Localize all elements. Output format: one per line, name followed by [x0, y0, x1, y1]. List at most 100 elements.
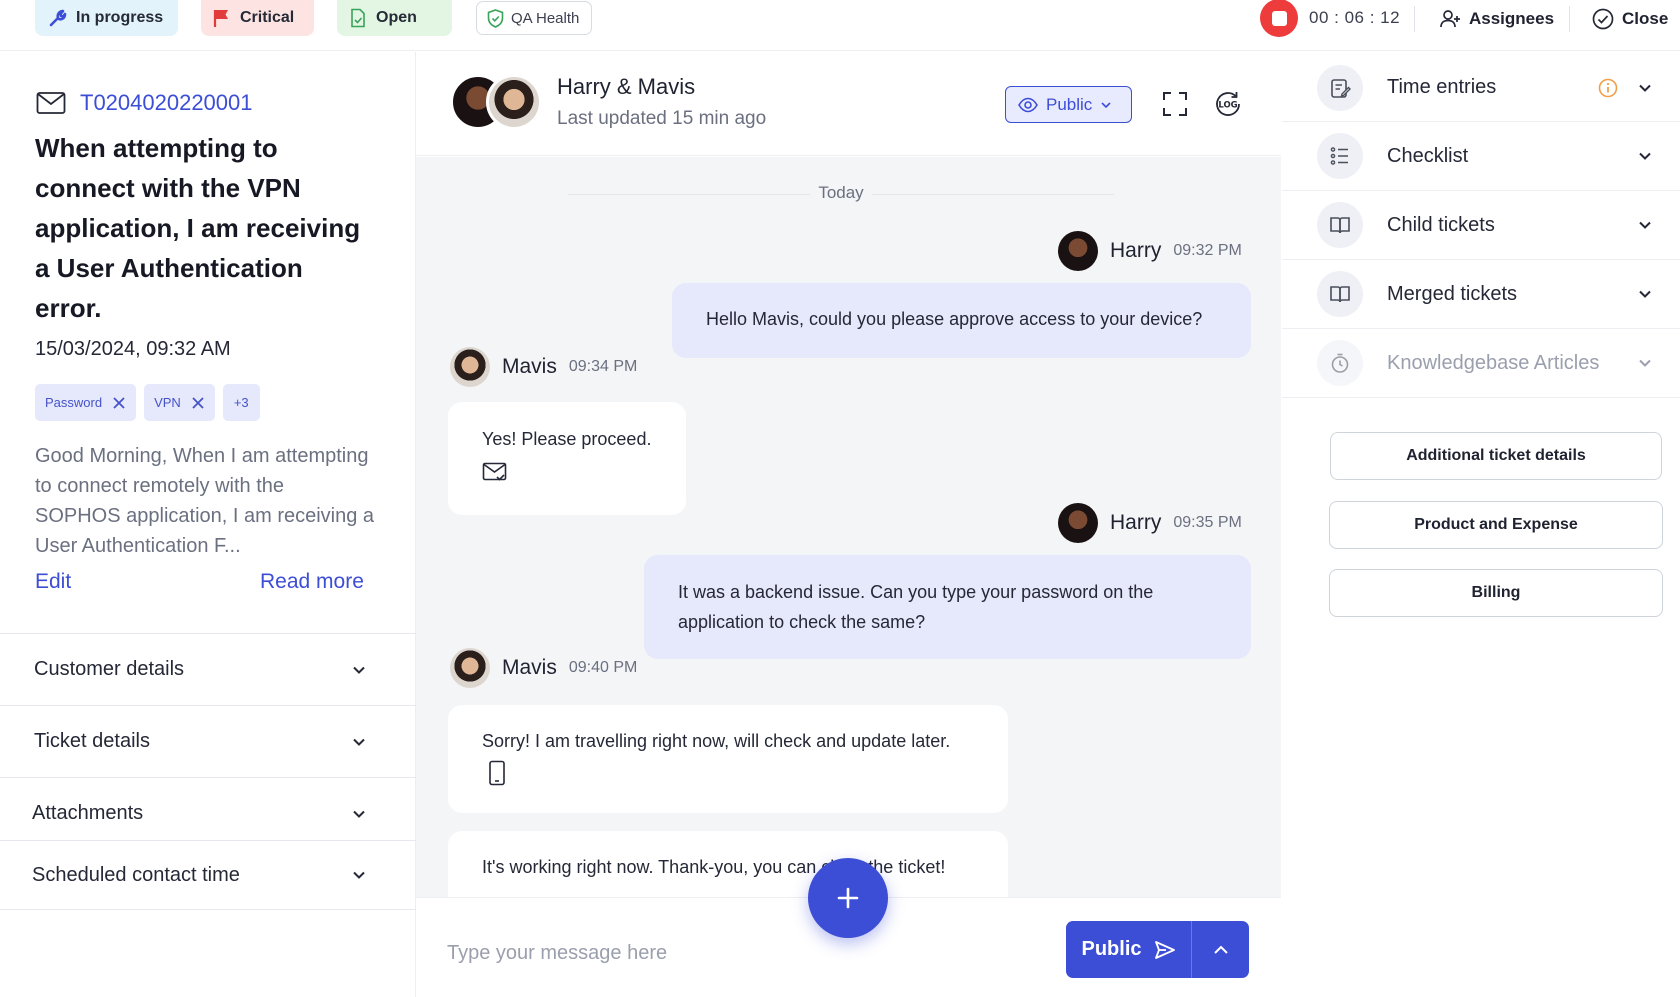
accordion-label: Customer details	[34, 658, 185, 680]
message-time: 09:34 PM	[568, 358, 638, 375]
chevron-down-icon	[1638, 358, 1652, 368]
message-bubble-outgoing: It was a backend issue. Can you type you…	[644, 555, 1251, 659]
close-ticket-button[interactable]: Close	[1592, 4, 1668, 34]
qa-health-label: QA Health	[511, 9, 580, 27]
section-time-entries[interactable]: Time entries	[1282, 54, 1680, 122]
ticket-id[interactable]: T0204020220001	[80, 90, 253, 116]
assignees-label: Assignees	[1469, 9, 1555, 28]
wrench-icon	[47, 8, 67, 28]
message-input[interactable]: Type your message here	[447, 942, 667, 965]
tag-label: VPN	[154, 395, 181, 410]
message-text: Yes! Please proceed.	[482, 429, 652, 449]
message-bubble-incoming: Yes! Please proceed.	[448, 402, 686, 515]
accordion-attachments[interactable]: Attachments	[0, 777, 416, 849]
section-checklist[interactable]: Checklist	[1282, 122, 1680, 191]
chevron-up-icon	[1213, 945, 1229, 955]
avatar-harry	[1058, 503, 1098, 543]
flag-icon	[213, 8, 231, 28]
priority-badge-critical[interactable]: Critical	[201, 0, 314, 36]
additional-ticket-details-button[interactable]: Additional ticket details	[1330, 432, 1662, 480]
send-options-button[interactable]	[1192, 921, 1249, 978]
eye-icon	[1018, 97, 1038, 113]
send-public-button[interactable]: Public	[1066, 921, 1192, 978]
assignees-button[interactable]: Assignees	[1439, 4, 1554, 34]
ticket-description: Good Morning, When I am attempting to co…	[35, 445, 375, 557]
section-merged-tickets[interactable]: Merged tickets	[1282, 260, 1680, 329]
stop-record-icon	[1260, 0, 1298, 37]
chevron-down-icon	[1638, 220, 1652, 230]
section-label: Checklist	[1387, 144, 1469, 167]
plus-icon	[836, 886, 860, 910]
tag-list: Password VPN +3	[35, 384, 260, 421]
notes-icon	[1317, 64, 1363, 111]
add-action-button[interactable]	[808, 858, 888, 938]
chevron-down-icon	[352, 737, 366, 747]
tag-vpn[interactable]: VPN	[144, 384, 215, 421]
day-separator-label: Today	[810, 183, 872, 203]
avatar-harry	[1058, 231, 1098, 271]
message-sender-harry: Harry 09:35 PM	[1058, 503, 1242, 543]
send-button-group: Public	[1066, 921, 1249, 978]
message-time: 09:40 PM	[568, 659, 638, 676]
user-icon	[1439, 8, 1461, 30]
shield-icon	[487, 8, 504, 28]
fullscreen-button[interactable]	[1159, 88, 1191, 120]
message-time: 09:32 PM	[1173, 242, 1242, 259]
chevron-down-icon	[352, 870, 366, 880]
more-tags-button[interactable]: +3	[222, 384, 260, 421]
chevron-down-icon	[352, 665, 366, 675]
chevron-down-icon	[1638, 151, 1652, 161]
section-label: Child tickets	[1387, 213, 1495, 236]
divider	[1414, 6, 1415, 32]
tag-password[interactable]: Password	[35, 384, 137, 421]
visibility-label: Public	[1046, 94, 1093, 114]
edit-link[interactable]: Edit	[35, 570, 71, 594]
right-sidebar: Time entries Checklist Child tickets Mer…	[1282, 52, 1680, 997]
svg-text:LOG: LOG	[1218, 101, 1237, 111]
chevron-down-icon	[352, 809, 366, 819]
avatar-mavis	[486, 74, 542, 130]
send-label: Public	[1081, 938, 1142, 960]
message-bubble-incoming: Sorry! I am travelling right now, will c…	[448, 705, 1008, 813]
timer: 00 : 06 : 12	[1309, 8, 1401, 27]
message-bubble-outgoing: Hello Mavis, could you please approve ac…	[672, 283, 1251, 358]
close-icon[interactable]	[112, 396, 126, 410]
status-badge-in-progress[interactable]: In progress	[35, 0, 178, 36]
state-badge-open[interactable]: Open	[337, 0, 452, 36]
sender-name: Harry	[1110, 511, 1162, 534]
read-more-link[interactable]: Read more	[260, 570, 364, 594]
mail-icon	[36, 91, 66, 115]
tag-label: Password	[45, 395, 103, 410]
divider	[1569, 6, 1570, 32]
log-icon: LOG	[1213, 89, 1243, 119]
accordion-scheduled-contact-time[interactable]: Scheduled contact time	[0, 840, 416, 910]
section-knowledgebase-articles[interactable]: Knowledgebase Articles	[1282, 329, 1680, 398]
section-child-tickets[interactable]: Child tickets	[1282, 191, 1680, 260]
top-bar: In progress Critical Open QA Health 00 :…	[0, 0, 1680, 51]
message-sender-mavis: Mavis 09:40 PM	[450, 648, 637, 688]
billing-button[interactable]: Billing	[1329, 569, 1663, 617]
message-text: Sorry! I am travelling right now, will c…	[482, 731, 951, 751]
qa-health-button[interactable]: QA Health	[476, 1, 592, 35]
avatar-mavis	[450, 347, 490, 387]
section-label: Knowledgebase Articles	[1387, 351, 1600, 374]
product-and-expense-button[interactable]: Product and Expense	[1329, 501, 1663, 549]
ticket-id-row: T0204020220001	[36, 90, 253, 116]
message-list[interactable]: Today Harry 09:32 PM Hello Mavis, could …	[416, 157, 1281, 897]
close-icon[interactable]	[191, 396, 205, 410]
log-button[interactable]: LOG	[1212, 88, 1244, 120]
stop-record-button[interactable]	[1259, 0, 1299, 37]
visibility-dropdown[interactable]: Public	[1005, 86, 1132, 123]
message-time: 09:35 PM	[1173, 514, 1242, 531]
accordion-customer-details[interactable]: Customer details	[0, 633, 416, 705]
status-label: In progress	[76, 9, 164, 26]
avatar-mavis	[450, 648, 490, 688]
chevron-down-icon	[1638, 83, 1652, 93]
conversation-last-updated: Last updated 15 min ago	[557, 108, 767, 129]
sender-name: Mavis	[502, 656, 557, 679]
info-icon	[1598, 78, 1618, 98]
send-icon	[1154, 940, 1176, 960]
accordion-ticket-details[interactable]: Ticket details	[0, 705, 416, 777]
ticket-datetime: 15/03/2024, 09:32 AM	[35, 338, 231, 360]
mail-check-icon	[482, 462, 686, 482]
